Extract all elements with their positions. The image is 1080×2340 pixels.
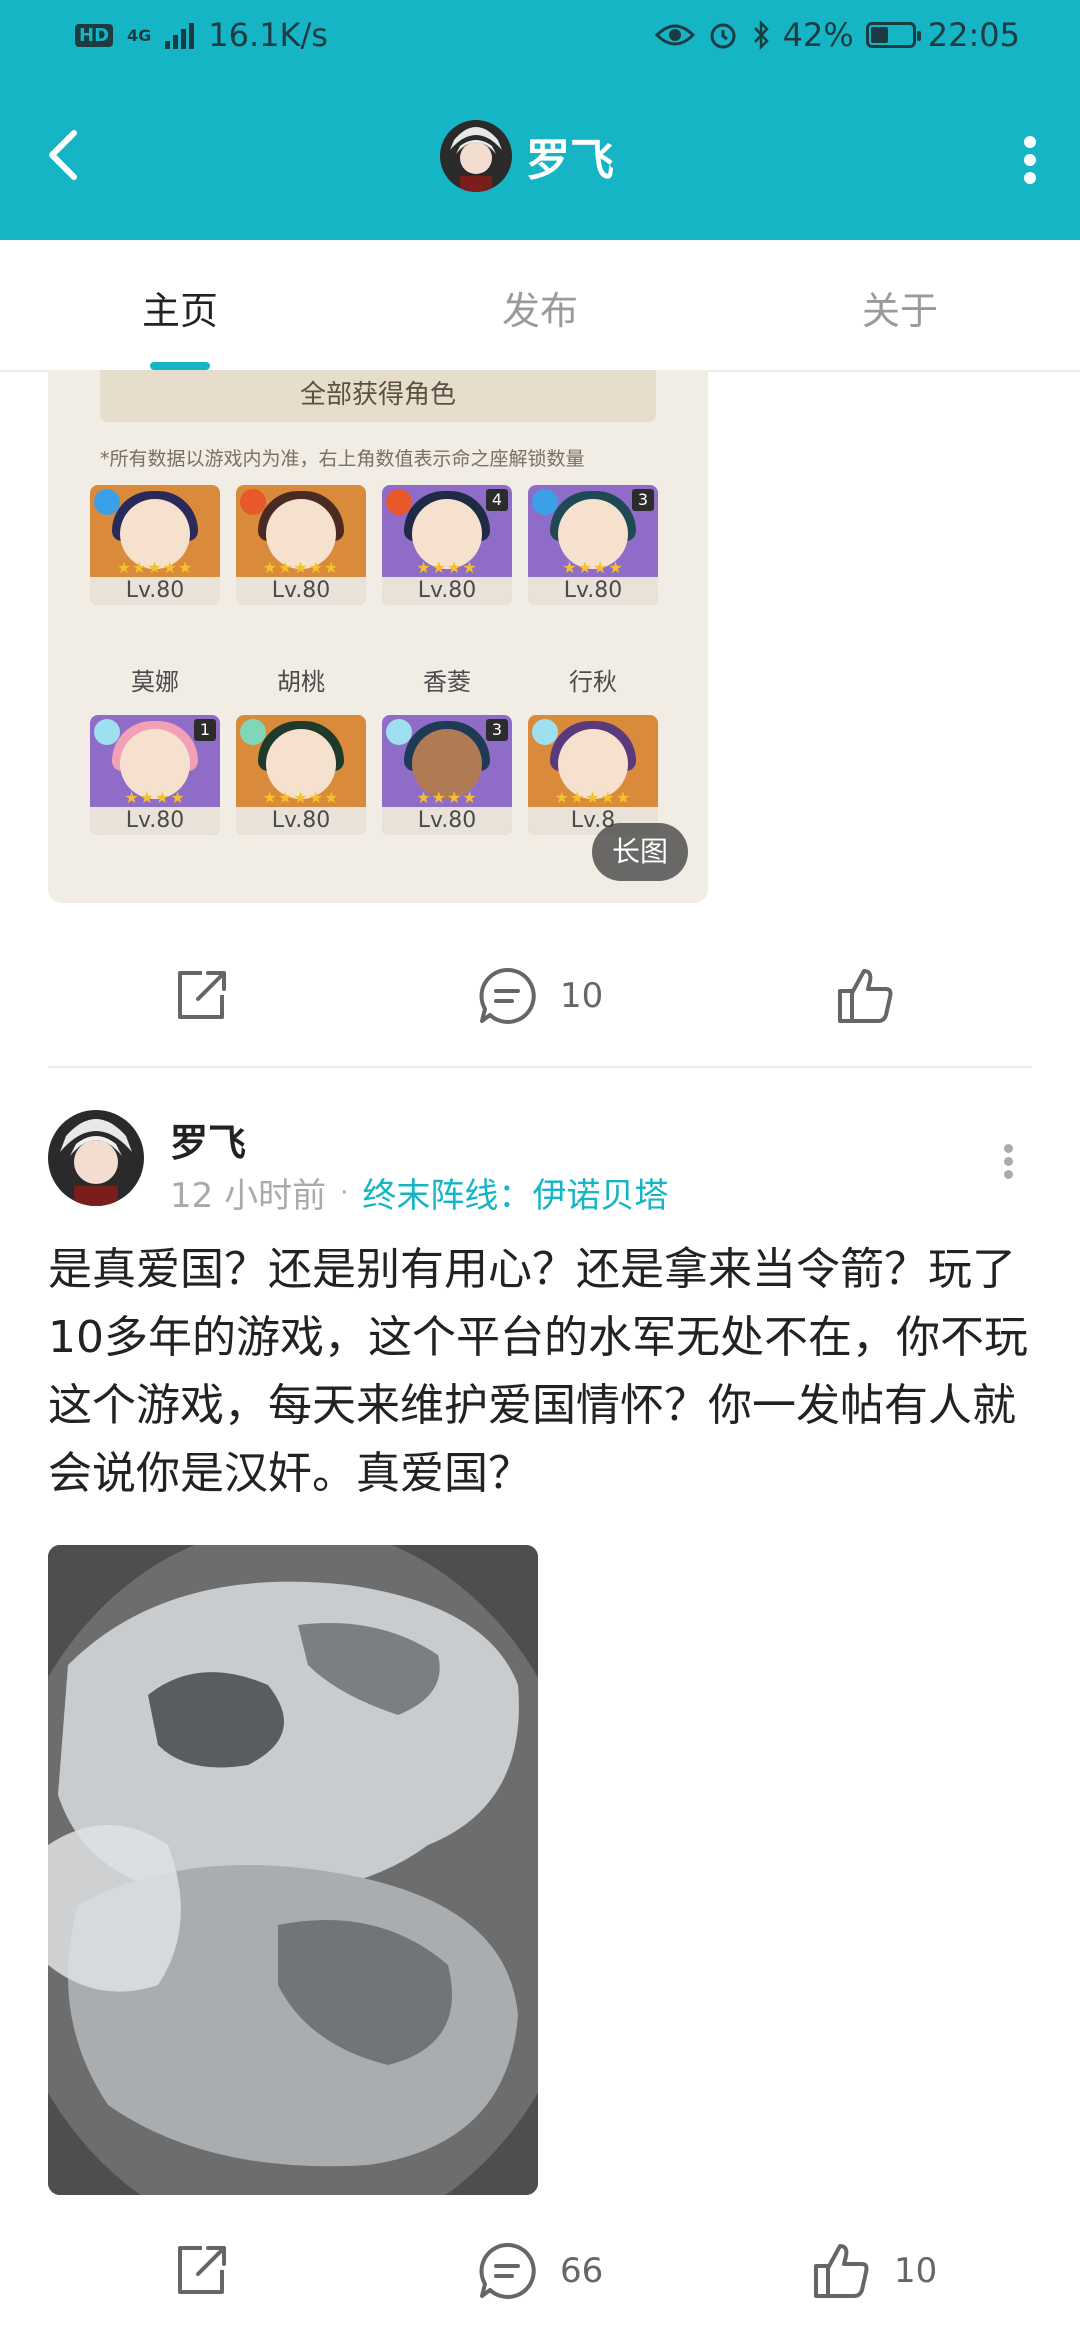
post-more-button[interactable] (1000, 1140, 1016, 1190)
character-name: 香菱 (423, 668, 471, 696)
clock: 22:05 (927, 16, 1020, 54)
post-topic-link[interactable]: 终末阵线：伊诺贝塔 (362, 1168, 668, 1217)
tab-bar: 主页 发布 关于 (0, 240, 1080, 372)
comment-count: 66 (560, 2251, 604, 2291)
status-bar: HD 4G 16.1K/s 42% 22:05 (0, 0, 1080, 75)
header: 罗飞 (0, 75, 1080, 240)
post-author[interactable]: 罗飞 (170, 1112, 246, 1167)
net-speed: 16.1K/s (208, 16, 328, 54)
post-image[interactable] (48, 1545, 538, 2195)
tab-posts[interactable]: 发布 (502, 280, 578, 335)
top-bar: HD 4G 16.1K/s 42% 22:05 罗飞 (0, 0, 1080, 240)
header-profile[interactable]: 罗飞 (440, 120, 614, 192)
like-button[interactable]: 10 (810, 2240, 937, 2302)
post-divider (48, 1066, 1032, 1068)
tab-about[interactable]: 关于 (862, 280, 938, 335)
post-time: 12 小时前 (170, 1176, 327, 1216)
signal-icon (165, 21, 195, 49)
character-name: 莫娜 (131, 668, 179, 696)
alarm-icon (710, 23, 736, 49)
battery-icon (865, 22, 921, 48)
comment-icon (479, 967, 536, 1024)
header-title: 罗飞 (526, 135, 614, 186)
image-note: *所有数据以游戏内为准，右上角数值表示命之座解锁数量 (100, 448, 585, 470)
network-type: 4G (127, 25, 152, 45)
character-card: 4 ★★★★ Lv.80 (382, 485, 512, 605)
character-card: ★★★★★ Lv.80 (90, 485, 220, 605)
more-options-button[interactable] (1020, 130, 1040, 190)
character-card: 3 ★★★★ Lv.80 (528, 485, 658, 605)
avatar (440, 120, 512, 192)
share-icon (178, 971, 226, 1019)
post1-actions: 10 (0, 935, 1080, 1045)
chevron-left-icon (49, 130, 77, 180)
avatar[interactable] (48, 1110, 144, 1206)
like-button[interactable] (834, 965, 896, 1027)
thumbs-up-icon (814, 2244, 869, 2298)
share-button[interactable] (172, 2240, 232, 2300)
character-card: 3 ★★★★ Lv.80 (382, 715, 512, 835)
post-image-characters[interactable]: 全部获得角色 *所有数据以游戏内为准，右上角数值表示命之座解锁数量 ★★★★★ L… (48, 370, 708, 903)
thumbs-up-icon (838, 969, 893, 1023)
tab-home[interactable]: 主页 (142, 280, 218, 335)
back-button[interactable] (40, 125, 90, 185)
meta-separator: · (340, 1177, 349, 1208)
image-banner: 全部获得角色 (100, 370, 656, 422)
battery-percent: 42% (782, 16, 854, 54)
character-card: ★★★★★ Lv.80 (236, 715, 366, 835)
character-card: 1 ★★★★ Lv.80 (90, 715, 220, 835)
character-card: ★★★★★ Lv.8 (528, 715, 658, 835)
share-icon (178, 2246, 226, 2294)
long-image-badge: 长图 (592, 823, 688, 881)
comment-button[interactable]: 10 (476, 965, 603, 1027)
share-button[interactable] (172, 965, 232, 1025)
character-card: ★★★★★ Lv.80 (236, 485, 366, 605)
comment-icon (479, 2242, 536, 2299)
post-meta: 12 小时前 · 终末阵线：伊诺贝塔 (170, 1168, 668, 1217)
character-name: 胡桃 (277, 668, 325, 696)
hd-icon: HD (75, 23, 114, 47)
post-text: 是真爱国？还是别有用心？还是拿来当令箭？玩了10多年的游戏，这个平台的水军无处不… (48, 1244, 1028, 1499)
post2-actions: 66 10 (0, 2210, 1080, 2320)
tab-indicator (150, 362, 210, 370)
like-count: 10 (894, 2251, 938, 2291)
bluetooth-icon (753, 19, 769, 51)
comment-count: 10 (560, 976, 604, 1016)
eye-icon (654, 24, 695, 46)
comment-button[interactable]: 66 (476, 2240, 603, 2302)
character-name: 行秋 (569, 668, 617, 696)
